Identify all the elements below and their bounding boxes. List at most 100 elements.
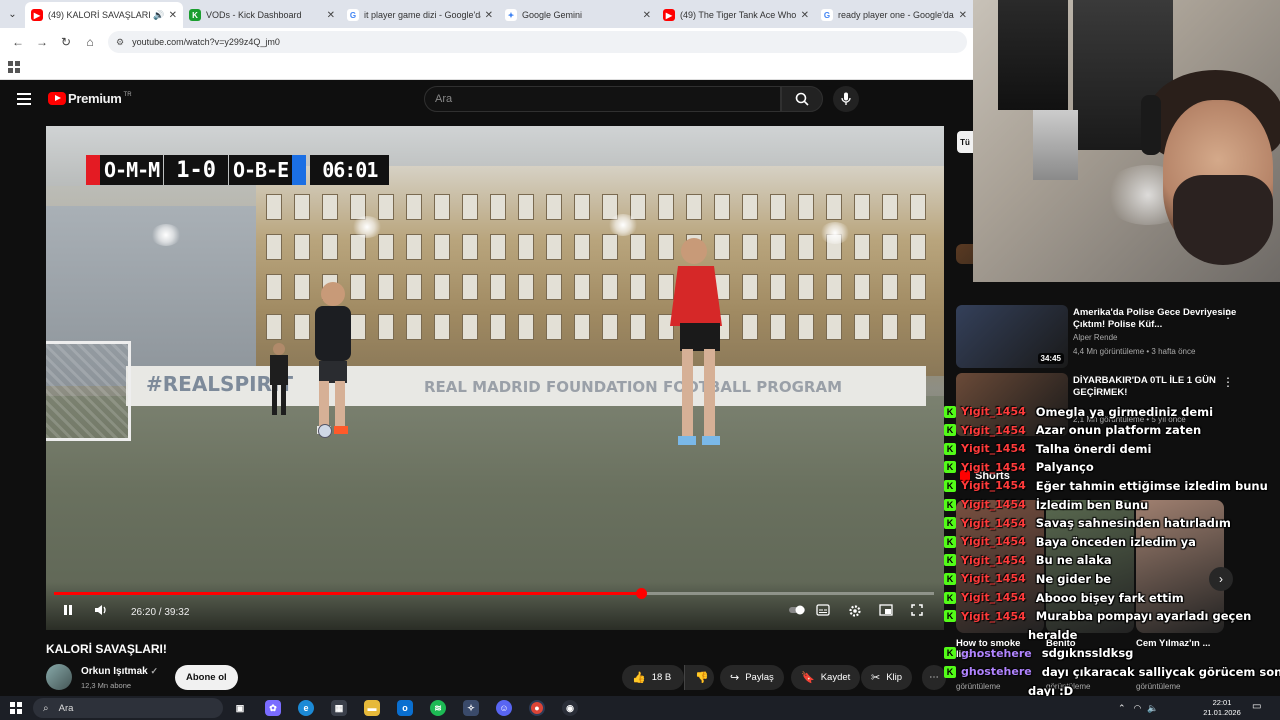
fullscreen-button[interactable]	[911, 604, 923, 616]
search-button[interactable]	[781, 86, 823, 112]
subscribe-button[interactable]: Abone ol	[175, 665, 238, 690]
chat-username[interactable]: Yigit_1454	[961, 572, 1026, 585]
chat-text: Murabba pompayı ayarladı geçen	[1035, 609, 1252, 624]
chat-username[interactable]: ghostehere	[961, 647, 1032, 660]
browser-tab[interactable]: Git player game dizi - Google'da ✕	[341, 2, 499, 28]
chat-username[interactable]: Yigit_1454	[961, 424, 1026, 437]
volume-icon[interactable]: 🔈	[1147, 703, 1158, 714]
building-window	[462, 314, 478, 340]
like-button[interactable]: 👍 18 B	[622, 665, 684, 690]
tab-title: ready player one - Google'da A	[838, 10, 955, 20]
kick-badge-icon: K	[944, 405, 956, 418]
chat-username[interactable]: ghostehere	[961, 665, 1032, 678]
search-input[interactable]	[435, 93, 780, 105]
building-window	[518, 234, 534, 260]
close-tab-icon[interactable]: ✕	[327, 10, 335, 21]
discord-icon[interactable]: ☺	[496, 700, 512, 716]
chevron-up-icon[interactable]: ⌃	[1118, 703, 1126, 714]
progress-scrubber[interactable]	[635, 588, 647, 599]
speaker-icon[interactable]: 🔊	[153, 10, 164, 21]
chrome-icon[interactable]: ●	[529, 700, 545, 716]
forward-icon[interactable]: →	[30, 35, 54, 49]
building-window	[518, 194, 534, 220]
miniplayer-button[interactable]	[879, 604, 893, 616]
obs-icon[interactable]: ◉	[562, 700, 578, 716]
channel-avatar[interactable]	[46, 664, 72, 690]
chat-username[interactable]: Yigit_1454	[961, 405, 1026, 418]
building-window	[490, 234, 506, 260]
browser-tab[interactable]: ✦ Google Gemini ✕	[499, 2, 657, 28]
progress-bar[interactable]	[54, 588, 934, 599]
url-text: youtube.com/watch?v=y299z4Q_jm0	[132, 37, 280, 47]
chat-username[interactable]: Yigit_1454	[961, 535, 1026, 548]
wifi-icon[interactable]: ◠	[1134, 703, 1142, 714]
building-window	[742, 194, 758, 220]
recommended-video[interactable]: 34:45 Amerika'da Polise Gece Devriyesine …	[956, 305, 1268, 369]
edge-icon[interactable]: e	[298, 700, 314, 716]
spotify-icon[interactable]: ≋	[430, 700, 446, 716]
recommended-channel[interactable]: Alper Rende	[1073, 333, 1117, 342]
thumbs-up-icon: 👍	[632, 672, 646, 684]
file-explorer-icon[interactable]: ▬	[364, 700, 380, 716]
volume-button[interactable]	[94, 604, 108, 616]
task-view-icon[interactable]: ▣	[232, 700, 248, 716]
site-info-icon[interactable]: ⚙	[116, 37, 124, 48]
chat-username[interactable]: Yigit_1454	[961, 517, 1026, 530]
youtube-premium-logo[interactable]: Premium TR	[48, 91, 132, 106]
back-icon[interactable]: ←	[6, 35, 30, 49]
building-window	[434, 314, 450, 340]
chat-username[interactable]: Yigit_1454	[961, 554, 1026, 567]
browser-tab[interactable]: K VODs - Kick Dashboard ✕	[183, 2, 341, 28]
browser-tab[interactable]: ▶ (49) KALORİ SAVAŞLARI! - Yo🔊 ✕	[25, 2, 183, 28]
chat-username[interactable]: Yigit_1454	[961, 498, 1026, 511]
building-window	[798, 234, 814, 260]
chat-username[interactable]: Yigit_1454	[961, 610, 1026, 623]
close-tab-icon[interactable]: ✕	[169, 10, 177, 21]
clip-button[interactable]: ✂ Klip	[861, 665, 913, 690]
video-player[interactable]: #REALSPIRIT REAL MADRID FOUNDATION FOOTB…	[46, 126, 944, 630]
more-actions-button[interactable]: ⋯	[922, 665, 946, 690]
apps-grid-icon[interactable]	[8, 61, 20, 73]
save-button[interactable]: 🔖 Kaydet	[791, 665, 861, 690]
video-thumbnail[interactable]: 34:45	[956, 305, 1068, 368]
reload-icon[interactable]: ↻	[54, 35, 78, 49]
menu-icon[interactable]	[17, 93, 31, 105]
close-tab-icon[interactable]: ✕	[959, 10, 967, 21]
home-icon[interactable]: ⌂	[78, 35, 102, 49]
dislike-button[interactable]: 👎	[684, 665, 714, 690]
autoplay-toggle[interactable]	[788, 604, 806, 616]
chat-username[interactable]: Yigit_1454	[961, 461, 1026, 474]
chat-username[interactable]: Yigit_1454	[961, 479, 1026, 492]
building-window	[882, 274, 898, 300]
voice-search-button[interactable]	[833, 86, 859, 112]
close-tab-icon[interactable]: ✕	[801, 10, 809, 21]
url-field[interactable]: ⚙ youtube.com/watch?v=y299z4Q_jm0	[108, 31, 967, 53]
app-icon[interactable]: ✧	[463, 700, 479, 716]
share-button[interactable]: ↪ Paylaş	[720, 665, 784, 690]
more-vertical-icon[interactable]: ⋮	[1222, 375, 1234, 389]
notification-icon[interactable]: ▭	[1252, 701, 1261, 712]
taskbar-search[interactable]: ⌕ Ara	[33, 698, 223, 718]
windows-start-icon[interactable]	[10, 702, 22, 714]
outlook-icon[interactable]: o	[397, 700, 413, 716]
building-window	[826, 194, 842, 220]
search-icon: ⌕	[43, 702, 49, 714]
chat-username[interactable]: Yigit_1454	[961, 442, 1026, 455]
pause-button[interactable]	[62, 604, 74, 616]
building-window	[854, 234, 870, 260]
subtitles-button[interactable]	[816, 604, 830, 616]
settings-button[interactable]	[848, 604, 862, 618]
chat-username[interactable]: Yigit_1454	[961, 591, 1026, 604]
close-tab-icon[interactable]: ✕	[485, 10, 493, 21]
close-tab-icon[interactable]: ✕	[643, 10, 651, 21]
store-icon[interactable]: ▦	[331, 700, 347, 716]
copilot-icon[interactable]: ✿	[265, 700, 281, 716]
chip-filter[interactable]: Tü	[957, 131, 973, 153]
browser-tab[interactable]: ▶ (49) The Tiger Tank Ace Who D ✕	[657, 2, 815, 28]
tab-search-icon[interactable]: ⌄	[0, 0, 25, 28]
team1-name: O-M-M	[100, 155, 164, 185]
system-clock[interactable]: 22:01 21.01.2026	[1196, 698, 1248, 718]
more-vertical-icon[interactable]: ⋮	[1222, 307, 1234, 321]
browser-tab[interactable]: Gready player one - Google'da A ✕	[815, 2, 973, 28]
channel-name[interactable]: Orkun Işıtmak ✓	[81, 666, 158, 677]
